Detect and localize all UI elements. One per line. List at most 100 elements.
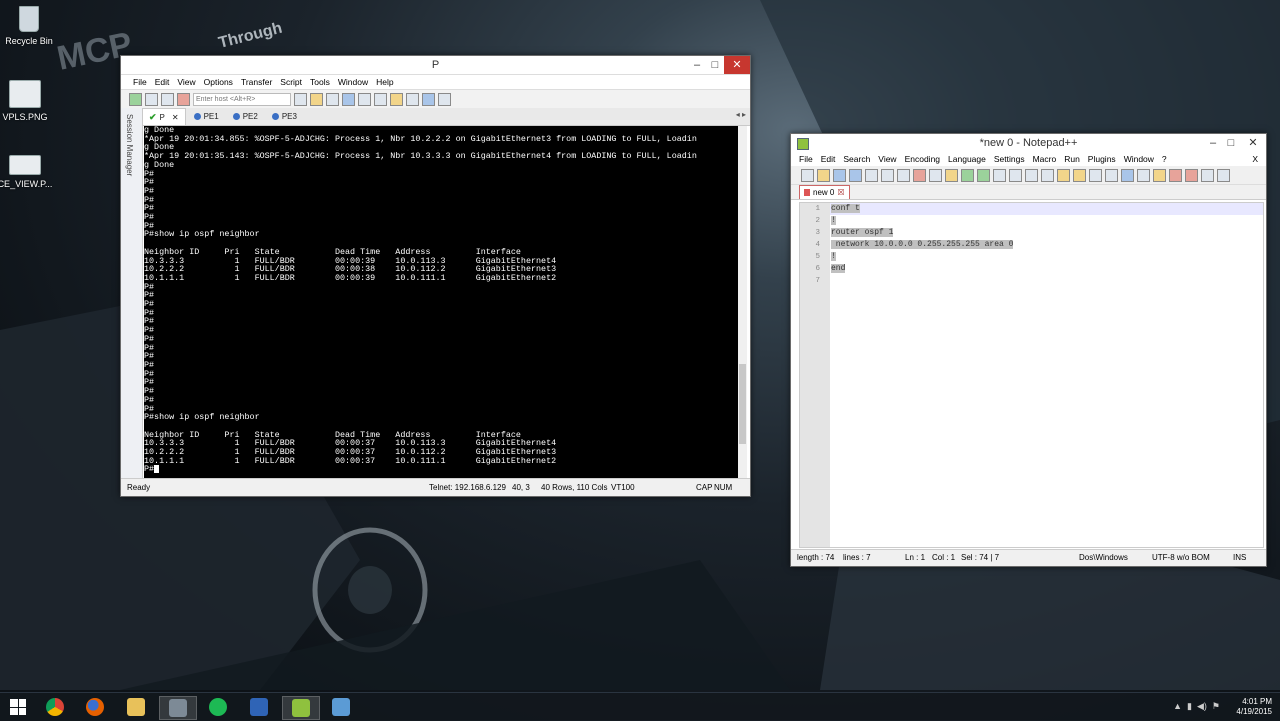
tab-pe2[interactable]: PE2 [227,108,264,124]
minimize-button[interactable]: – [1204,134,1222,152]
close-icon[interactable] [865,168,878,182]
open-file-icon[interactable] [817,168,830,182]
maximize-button[interactable]: □ [1222,134,1240,152]
notifications-icon[interactable]: ▲ [1173,701,1182,712]
session-options-icon[interactable] [374,92,387,106]
replace-icon[interactable] [1009,168,1022,182]
doc-map-icon[interactable] [1153,168,1166,182]
print-icon[interactable] [342,92,355,106]
menu-encoding[interactable]: Encoding [905,152,940,166]
tab-pe3[interactable]: PE3 [266,108,303,124]
menu-tools[interactable]: Tools [310,75,330,89]
taskbar-firefox[interactable] [77,696,113,718]
menu-language[interactable]: Language [948,152,986,166]
taskbar-securecrt[interactable] [159,696,197,720]
cut-icon[interactable] [913,168,926,182]
code-line[interactable]: ! [830,251,1263,263]
close-all-icon[interactable] [881,168,894,182]
settings-icon[interactable] [390,92,403,106]
taskbar-window[interactable] [323,696,359,718]
minimize-button[interactable]: – [688,56,706,74]
word-wrap-icon[interactable] [1089,168,1102,182]
print-setup-icon[interactable] [358,92,371,106]
zoom-out-icon[interactable] [1041,168,1054,182]
sync-vertical-icon[interactable] [1057,168,1070,182]
redo-icon[interactable] [977,168,990,182]
code-line[interactable] [830,275,1263,287]
sync-horizontal-icon[interactable] [1073,168,1086,182]
taskbar-file-explorer[interactable] [118,696,154,718]
keymap-icon[interactable] [406,92,419,106]
close-button[interactable]: ✕ [724,56,750,74]
taskbar-app[interactable] [241,696,277,718]
menu-window[interactable]: Window [338,75,368,89]
taskbar-notepadpp[interactable] [282,696,320,720]
code-line[interactable]: router ospf 1 [830,227,1263,239]
terminal-scrollbar[interactable] [738,126,747,478]
quick-connect-icon[interactable] [145,92,158,106]
menu-settings[interactable]: Settings [994,152,1025,166]
tab-pe1[interactable]: PE1 [188,108,225,124]
menu-script[interactable]: Script [280,75,302,89]
close-document-icon[interactable]: X [1252,152,1258,166]
scrollbar-thumb[interactable] [739,364,746,444]
tab-new-0[interactable]: new 0 ☒ [799,185,850,199]
terminal-output[interactable]: g Done *Apr 19 20:01:34.855: %OSPF-5-ADJC… [144,126,738,478]
host-input[interactable]: Enter host <Alt+R> [193,92,291,106]
sftp-icon[interactable] [438,92,451,106]
menu-help[interactable]: ? [1162,152,1167,166]
connect-tab-icon[interactable] [161,92,174,106]
disconnect-icon[interactable] [177,92,190,106]
paste-icon[interactable] [945,168,958,182]
indent-guide-icon[interactable] [1121,168,1134,182]
code-line[interactable]: ! [830,215,1263,227]
user-language-icon[interactable] [1137,168,1150,182]
copy-icon[interactable] [929,168,942,182]
menu-search[interactable]: Search [843,152,870,166]
tab-close-icon[interactable]: ☒ [837,188,844,197]
menu-transfer[interactable]: Transfer [241,75,272,89]
paste-icon[interactable] [310,92,323,106]
menu-view[interactable]: View [177,75,195,89]
start-button[interactable] [0,696,36,718]
taskbar-spotify[interactable] [200,696,236,718]
tab-p[interactable]: ✔ P ✕ [142,108,186,125]
menu-help[interactable]: Help [376,75,393,89]
menu-edit[interactable]: Edit [821,152,836,166]
menu-file[interactable]: File [133,75,147,89]
find-icon[interactable] [326,92,339,106]
menu-view[interactable]: View [878,152,896,166]
code-lines[interactable]: conf t ! router ospf 1 network 10.0.0.0 … [830,203,1263,287]
undo-icon[interactable] [961,168,974,182]
window-titlebar[interactable]: P – □ ✕ [121,56,750,75]
menu-macro[interactable]: Macro [1033,152,1057,166]
flag-icon[interactable]: ⚑ [1212,701,1220,712]
code-line[interactable]: end [830,263,1263,275]
desktop-icon-recycle-bin[interactable]: Recycle Bin [0,6,64,46]
close-button[interactable]: ✕ [1240,134,1266,152]
record-macro-icon[interactable] [1185,168,1198,182]
play-macro-icon[interactable] [1217,168,1230,182]
copy-icon[interactable] [294,92,307,106]
desktop-icon-vpls[interactable]: VPLS.PNG [0,80,60,122]
connect-icon[interactable] [129,92,142,106]
menu-file[interactable]: File [799,152,813,166]
network-icon[interactable]: ▮ [1187,701,1192,712]
tab-scroll-arrows[interactable]: ◂ ▸ [736,110,746,119]
maximize-button[interactable]: □ [706,56,724,74]
taskbar-chrome[interactable] [37,696,73,718]
menu-options[interactable]: Options [204,75,233,89]
save-icon[interactable] [833,168,846,182]
desktop-icon-ce-view[interactable]: CE_VIEW.P... [0,155,60,189]
function-list-icon[interactable] [1169,168,1182,182]
menu-run[interactable]: Run [1064,152,1080,166]
new-file-icon[interactable] [801,168,814,182]
clock[interactable]: 4:01 PM 4/19/2015 [1236,697,1272,717]
help-icon[interactable] [422,92,435,106]
window-titlebar[interactable]: *new 0 - Notepad++ – □ ✕ [791,134,1266,152]
code-line[interactable]: network 10.0.0.0 0.255.255.255 area 0 [830,239,1263,251]
show-all-chars-icon[interactable] [1105,168,1118,182]
find-icon[interactable] [993,168,1006,182]
session-manager-panel[interactable]: Session Manager [121,108,143,478]
menu-window[interactable]: Window [1124,152,1154,166]
